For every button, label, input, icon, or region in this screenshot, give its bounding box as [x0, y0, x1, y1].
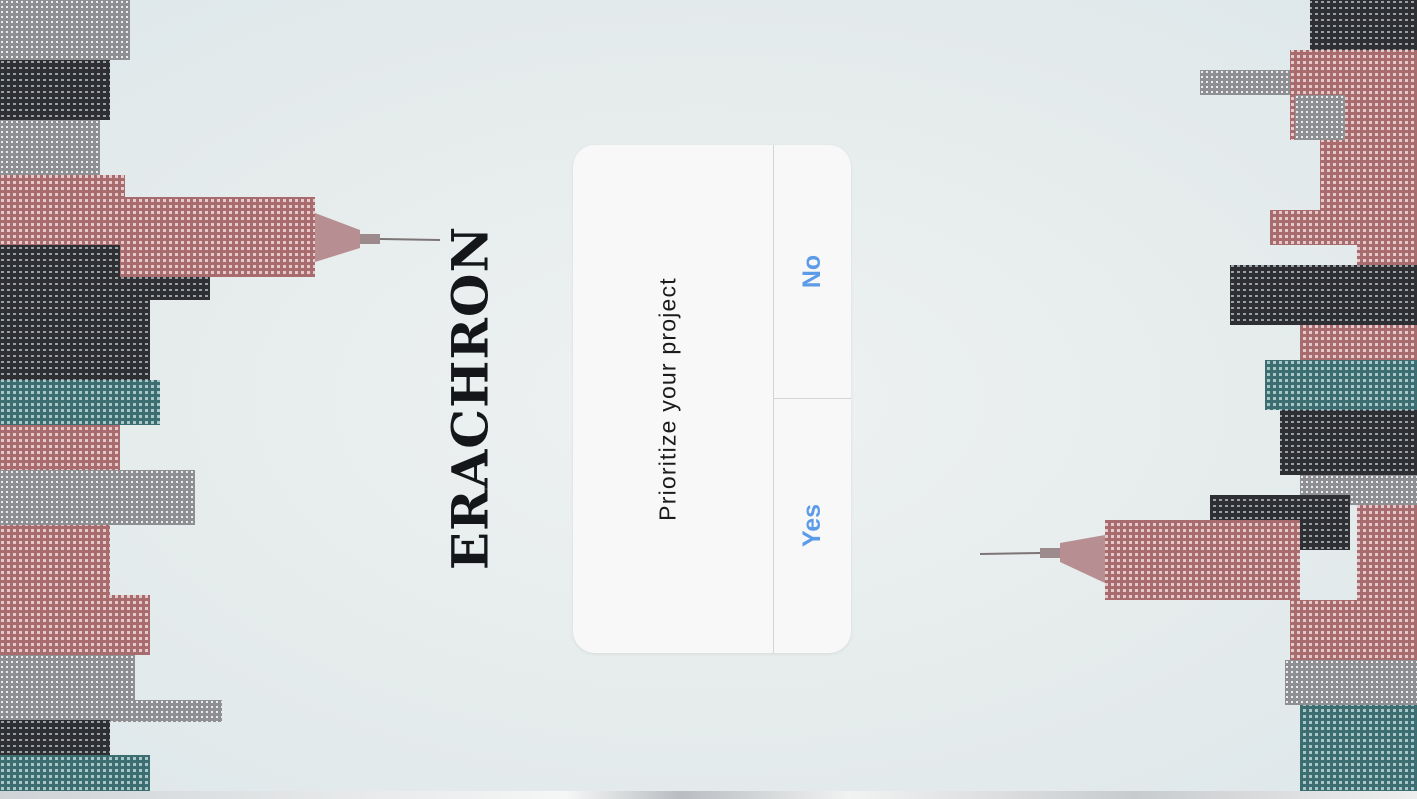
no-button[interactable]: No [774, 145, 851, 398]
yes-button[interactable]: Yes [774, 399, 851, 652]
right-skyline [979, 0, 1417, 799]
left-skyline [0, 0, 441, 799]
prioritize-dialog: Prioritize your project No Yes [573, 145, 851, 653]
bottom-edge-strip [0, 791, 1417, 799]
dialog-message: Prioritize your project [654, 277, 681, 521]
yes-button-label: Yes [797, 503, 826, 548]
brand-logo-text: ERACHRON [440, 225, 500, 571]
no-button-label: No [797, 254, 826, 289]
